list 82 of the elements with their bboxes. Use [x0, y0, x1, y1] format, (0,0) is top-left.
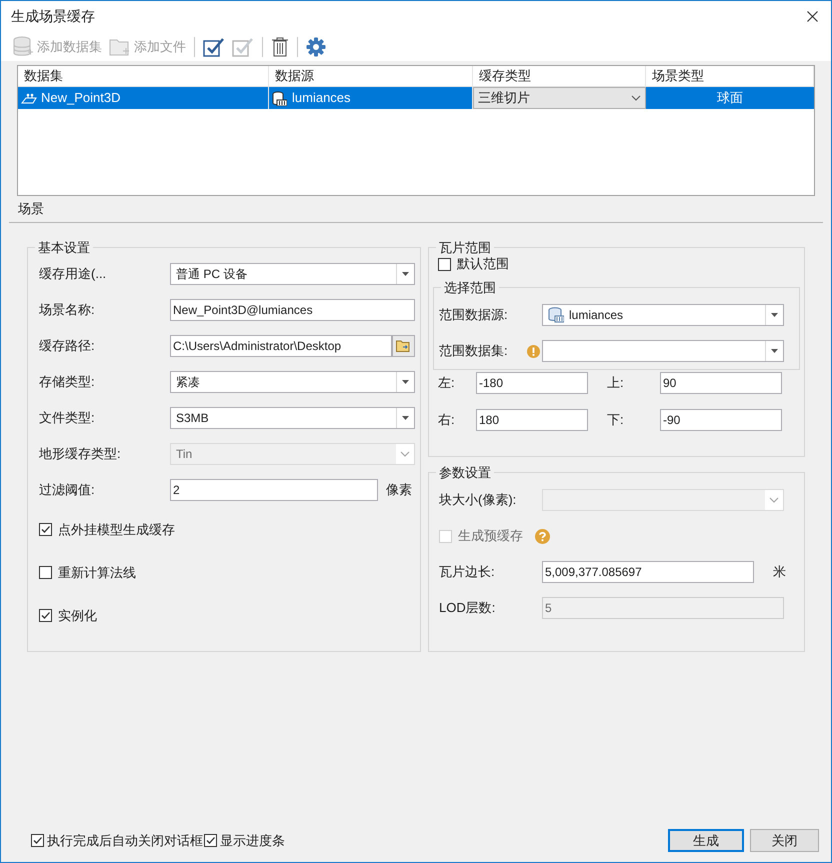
dropdown-arrow-icon	[402, 272, 409, 276]
toolbar-button[interactable]	[270, 34, 290, 58]
input-field[interactable]: C:\Users\Administrator\Desktop	[170, 335, 392, 357]
input-field[interactable]: 2	[170, 479, 378, 501]
field-label: 范围数据集:	[439, 342, 509, 360]
field-label: 瓦片边长:	[439, 563, 496, 582]
table-cell-text: 球面	[717, 89, 743, 108]
input-field[interactable]: 90	[660, 372, 782, 394]
field-label: 块大小(像素):	[439, 491, 518, 510]
column-header[interactable]: 场景类型	[646, 66, 814, 86]
field-label: 上:	[607, 374, 625, 392]
group-title: 选择范围	[441, 279, 499, 296]
dropdown-arrow-icon	[402, 416, 409, 420]
field-label: 缓存用途(...	[39, 265, 108, 284]
checkbox[interactable]	[39, 566, 52, 579]
unit-label: 像素	[386, 481, 412, 500]
database-icon	[548, 307, 564, 323]
checkbox-icon	[203, 36, 225, 56]
unit-label: 米	[773, 563, 786, 582]
dropdown[interactable]: 普通 PC 设备	[170, 263, 415, 285]
group-title: 基本设置	[35, 239, 93, 256]
table-row[interactable]: New_Point3D lumiances 三维切片 球面	[18, 87, 814, 109]
folder-icon	[109, 38, 130, 56]
input-field[interactable]: -180	[476, 372, 588, 394]
button[interactable]: 生成	[668, 829, 744, 852]
window-title: 生成场景缓存	[11, 7, 95, 26]
field-label: 地形缓存类型:	[39, 445, 122, 464]
field-label: 下:	[607, 411, 625, 430]
field-label: 过滤阈值:	[39, 481, 96, 500]
checkbox-label: 重新计算法线	[58, 564, 136, 582]
database-icon	[272, 90, 287, 106]
chevron-down-icon	[631, 95, 641, 101]
table-cell-text: lumiances	[292, 89, 351, 108]
checkbox-label: 实例化	[58, 606, 97, 625]
dropdown[interactable]: 紧凑	[170, 371, 415, 393]
dropdown-arrow-icon	[771, 349, 778, 353]
tab[interactable]: 场景	[17, 199, 45, 222]
button[interactable]: 关闭	[750, 829, 819, 852]
input-field[interactable]: 5,009,377.085697	[542, 561, 754, 583]
chevron-down-icon	[400, 451, 410, 457]
dropdown[interactable]: S3MB	[170, 407, 415, 429]
checkbox-label: 默认范围	[457, 255, 509, 274]
toolbar-button[interactable]	[305, 34, 327, 58]
group-title: 参数设置	[436, 464, 494, 481]
field-label: LOD层数:	[439, 599, 496, 618]
chevron-down-icon	[769, 497, 779, 503]
dropdown[interactable]: 三维切片	[473, 87, 646, 109]
checkbox-icon	[232, 36, 254, 56]
checkbox-label: 执行完成后自动关闭对话框	[47, 832, 203, 850]
folder-icon	[396, 340, 411, 352]
checkbox[interactable]	[31, 834, 44, 847]
table-cell-text: New_Point3D	[41, 89, 120, 108]
input-field[interactable]: New_Point3D@lumiances	[170, 299, 415, 321]
field-label: 左:	[438, 374, 456, 392]
close-icon[interactable]	[807, 11, 818, 22]
checkbox-label: 点外挂模型生成缓存	[58, 520, 175, 539]
field-label: 范围数据源:	[439, 306, 509, 324]
checkbox[interactable]	[204, 834, 217, 847]
dropdown-arrow-icon	[771, 313, 778, 317]
browse-button[interactable]	[392, 335, 415, 357]
point-grid-icon	[21, 92, 37, 104]
checkbox[interactable]	[39, 609, 52, 622]
field-label: 文件类型:	[39, 409, 96, 428]
field-label: 右:	[438, 411, 456, 430]
database-icon	[13, 36, 33, 58]
field-label: 缓存路径:	[39, 337, 96, 356]
column-header[interactable]: 数据集	[18, 66, 269, 86]
group-title: 瓦片范围	[436, 239, 494, 256]
field-label: 存储类型:	[39, 373, 96, 392]
input-field[interactable]: -90	[660, 409, 782, 431]
checkbox-label: 生成预缓存	[458, 527, 523, 546]
checkbox[interactable]	[438, 258, 451, 270]
input-field[interactable]: 180	[476, 409, 588, 431]
dropdown[interactable]: lumiances	[542, 304, 784, 326]
checkbox-label: 显示进度条	[220, 832, 285, 850]
trash-icon	[271, 36, 289, 56]
settings-icon	[306, 36, 326, 56]
field-label: 场景名称:	[39, 301, 96, 320]
column-header[interactable]: 缓存类型	[473, 66, 646, 86]
column-header[interactable]: 数据源	[269, 66, 473, 86]
checkbox[interactable]	[39, 523, 52, 536]
dropdown-arrow-icon	[402, 380, 409, 384]
